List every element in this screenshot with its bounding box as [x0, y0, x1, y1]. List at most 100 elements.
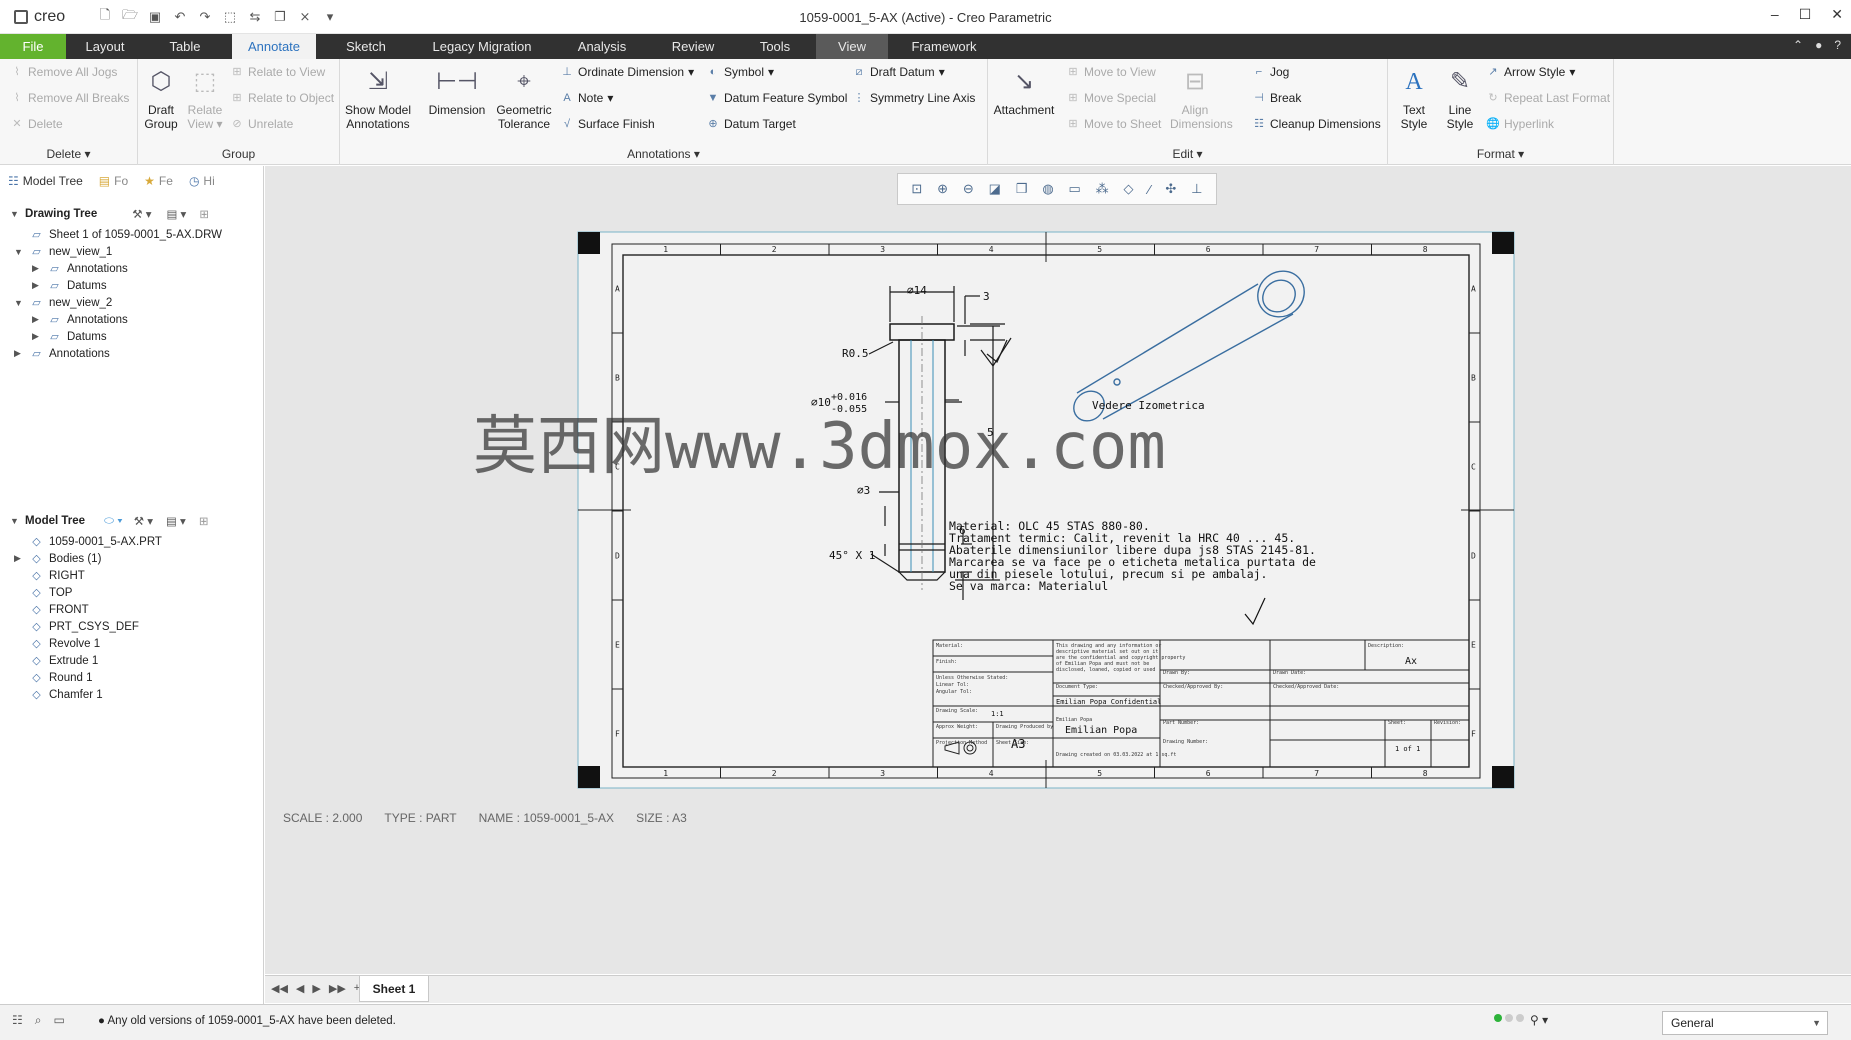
regen-status-icon[interactable]: [1494, 1014, 1524, 1022]
tab-tools[interactable]: Tools: [744, 34, 806, 59]
drawing-tree-item[interactable]: ▶ ▱ Annotations: [0, 345, 264, 362]
selection-filter-select[interactable]: General ▼: [1662, 1011, 1828, 1035]
drawing-tree-item[interactable]: ▶ ▱ Annotations: [0, 311, 264, 328]
group-label-delete[interactable]: Delete ▾: [0, 147, 137, 161]
expand-toggle-icon[interactable]: ▶: [32, 280, 42, 291]
hyperlink-button[interactable]: 🌐 Hyperlink: [1486, 117, 1554, 131]
collapse-ribbon-icon[interactable]: ⌃: [1793, 38, 1803, 52]
maximize-icon[interactable]: ☐: [1799, 6, 1812, 23]
symmetry-line-axis-button[interactable]: ⋮ Symmetry Line Axis: [852, 91, 976, 105]
tree-display-icon[interactable]: ⬭ ▾: [104, 515, 123, 528]
full-screen-icon[interactable]: ▭: [54, 1013, 65, 1028]
tree-settings-icon[interactable]: ⚒ ▾: [134, 514, 153, 528]
dim-r05[interactable]: R0.5: [842, 347, 869, 360]
tab-view[interactable]: View: [816, 34, 888, 59]
cleanup-dimensions-button[interactable]: ☷ Cleanup Dimensions: [1252, 117, 1381, 131]
geometric-tolerance-button[interactable]: ⌖ Geometric Tolerance: [492, 65, 556, 132]
tab-analysis[interactable]: Analysis: [562, 34, 642, 59]
tab-table[interactable]: Table: [152, 34, 218, 59]
dim-diameter-14[interactable]: ⌀14: [907, 284, 927, 297]
expand-toggle-icon[interactable]: ▶: [32, 314, 42, 325]
dim-chamfer[interactable]: 45° X 1: [829, 549, 875, 562]
model-tree-item[interactable]: ◇ Revolve 1: [0, 635, 264, 652]
attachment-button[interactable]: ↘ Attachment: [992, 65, 1056, 118]
tab-review[interactable]: Review: [656, 34, 730, 59]
relate-view-button[interactable]: ⬚ Relate View ▾: [182, 65, 228, 132]
note-button[interactable]: A Note ▾: [560, 91, 613, 105]
group-label-edit[interactable]: Edit ▾: [988, 147, 1387, 161]
expand-toggle-icon[interactable]: ▶: [32, 263, 42, 274]
drawing-tree-item[interactable]: ▱ Sheet 1 of 1059-0001_5-AX.DRW: [0, 226, 264, 243]
first-sheet-icon[interactable]: ◀◀: [271, 982, 288, 995]
remove-all-jogs-button[interactable]: ⌇ Remove All Jogs: [10, 65, 117, 79]
relate-to-view-button[interactable]: ⊞ Relate to View: [230, 65, 325, 79]
surface-finish-button[interactable]: √ Surface Finish: [560, 117, 655, 131]
prev-sheet-icon[interactable]: ◀: [296, 982, 304, 995]
draft-group-button[interactable]: ⬡ Draft Group: [140, 65, 182, 132]
last-sheet-icon[interactable]: ▶▶: [329, 982, 346, 995]
tab-favorites[interactable]: ★ Fe: [136, 166, 181, 196]
repeat-last-format-button[interactable]: ↻ Repeat Last Format: [1486, 91, 1610, 105]
break-button[interactable]: ⊣ Break: [1252, 91, 1301, 105]
collapse-icon[interactable]: ▼: [10, 209, 20, 219]
browser-icon[interactable]: ⌕: [35, 1013, 42, 1028]
drawing-tree-item[interactable]: ▼ ▱ new_view_2: [0, 294, 264, 311]
dim-diameter-3[interactable]: ⌀3: [857, 484, 870, 497]
minimize-icon[interactable]: –: [1771, 6, 1779, 23]
tab-history[interactable]: ◷ Hi: [181, 166, 223, 196]
expand-toggle-icon[interactable]: ▶: [14, 553, 24, 564]
group-label-format[interactable]: Format ▾: [1388, 147, 1613, 161]
expand-toggle-icon[interactable]: ▼: [14, 247, 24, 257]
tree-show-icon[interactable]: ▤ ▾: [167, 207, 187, 221]
drawing-tree-item[interactable]: ▶ ▱ Annotations: [0, 260, 264, 277]
group-label-annotations[interactable]: Annotations ▾: [340, 147, 987, 161]
next-sheet-icon[interactable]: ▶: [312, 982, 320, 995]
relate-to-object-button[interactable]: ⊞ Relate to Object: [230, 91, 334, 105]
move-to-view-button[interactable]: ⊞ Move to View: [1066, 65, 1155, 79]
toggle-navigator-icon[interactable]: ☷: [12, 1013, 23, 1028]
symbol-button[interactable]: ◐ Symbol ▾: [706, 65, 774, 79]
drawing-sheet[interactable]: 1122334455667788A AB BC CD DE EF F ⌀14 3…: [265, 166, 1851, 974]
model-tree-item[interactable]: ▶ ◇ Bodies (1): [0, 550, 264, 567]
model-tree-item[interactable]: ◇ RIGHT: [0, 567, 264, 584]
tab-annotate[interactable]: Annotate: [232, 34, 316, 59]
dropdown-arrow-icon[interactable]: ▾: [607, 91, 613, 105]
dropdown-arrow-icon[interactable]: ▾: [688, 65, 694, 79]
dim-3[interactable]: 3: [983, 290, 990, 303]
draft-datum-button[interactable]: ⧄ Draft Datum ▾: [852, 65, 945, 79]
drawing-tree-item[interactable]: ▶ ▱ Datums: [0, 328, 264, 345]
dropdown-arrow-icon[interactable]: ▾: [1569, 65, 1575, 79]
show-model-annotations-button[interactable]: ⇲ Show Model Annotations: [340, 65, 416, 132]
datum-target-button[interactable]: ⊕ Datum Target: [706, 117, 795, 131]
jog-button[interactable]: ⌐ Jog: [1252, 65, 1290, 79]
tab-sketch[interactable]: Sketch: [330, 34, 402, 59]
dim-tolerance-upper[interactable]: +0.016: [831, 392, 867, 403]
tree-settings-icon[interactable]: ⚒ ▾: [132, 207, 151, 221]
dropdown-arrow-icon[interactable]: ▾: [939, 65, 945, 79]
dimension-button[interactable]: ⊢⊣ Dimension: [426, 65, 488, 118]
model-tree-item[interactable]: ◇ Round 1: [0, 669, 264, 686]
model-tree-item[interactable]: ◇ Chamfer 1: [0, 686, 264, 703]
datum-feature-symbol-button[interactable]: ▼ Datum Feature Symbol: [706, 91, 848, 105]
remove-all-breaks-button[interactable]: ⌇ Remove All Breaks: [10, 91, 129, 105]
tree-show-icon[interactable]: ▤ ▾: [166, 514, 186, 528]
unrelate-button[interactable]: ⊘ Unrelate: [230, 117, 293, 131]
graphics-area[interactable]: ⊡ ⊕ ⊖ ◪ ❒ ◍ ▭ ⁂ ◇ ⁄ ✣ ⊥ 1122334455667788…: [265, 166, 1851, 974]
tree-filter-icon[interactable]: ⊞: [199, 207, 209, 221]
arrow-style-button[interactable]: ↗ Arrow Style ▾: [1486, 65, 1575, 79]
model-tree-item[interactable]: ◇ 1059-0001_5-AX.PRT: [0, 533, 264, 550]
tab-framework[interactable]: Framework: [896, 34, 992, 59]
delete-button[interactable]: ✕ Delete: [10, 117, 62, 131]
move-to-sheet-button[interactable]: ⊞ Move to Sheet: [1066, 117, 1161, 131]
expand-toggle-icon[interactable]: ▼: [14, 298, 24, 308]
dim-diameter-10[interactable]: ⌀10: [811, 396, 831, 409]
text-style-button[interactable]: A Text Style: [1392, 65, 1436, 131]
align-dimensions-button[interactable]: ⊟ Align Dimensions: [1170, 65, 1233, 132]
tab-sheet-1[interactable]: Sheet 1: [359, 976, 429, 1002]
drawing-tree-item[interactable]: ▼ ▱ new_view_1: [0, 243, 264, 260]
tab-legacy-migration[interactable]: Legacy Migration: [420, 34, 544, 59]
tree-filter-icon[interactable]: ⊞: [199, 514, 209, 528]
model-tree-item[interactable]: ◇ FRONT: [0, 601, 264, 618]
model-tree-item[interactable]: ◇ PRT_CSYS_DEF: [0, 618, 264, 635]
tab-model-tree[interactable]: ☷ Model Tree: [0, 166, 91, 196]
